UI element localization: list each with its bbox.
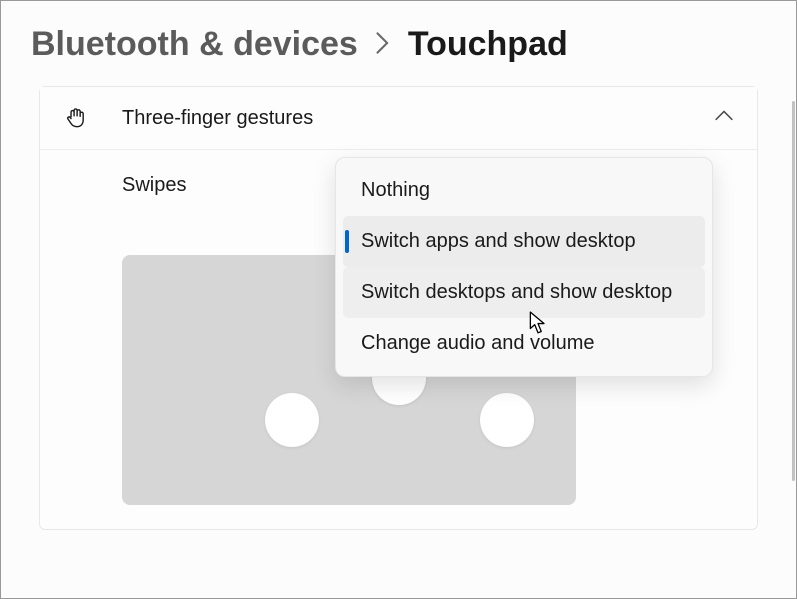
panel-header[interactable]: Three-finger gestures [40, 87, 757, 150]
breadcrumb-current: Touchpad [408, 25, 568, 64]
dropdown-option-switch-desktops[interactable]: Switch desktops and show desktop [343, 267, 705, 318]
scrollbar[interactable] [792, 11, 795, 589]
scrollbar-thumb[interactable] [792, 101, 795, 481]
dropdown-option-change-audio[interactable]: Change audio and volume [343, 318, 705, 369]
three-finger-hand-icon [64, 105, 122, 131]
dropdown-option-nothing[interactable]: Nothing [343, 165, 705, 216]
breadcrumb: Bluetooth & devices Touchpad [1, 1, 796, 80]
panel-title: Three-finger gestures [122, 107, 715, 130]
swipes-dropdown[interactable]: Nothing Switch apps and show desktop Swi… [335, 157, 713, 377]
breadcrumb-parent[interactable]: Bluetooth & devices [31, 25, 358, 64]
dropdown-option-switch-apps[interactable]: Switch apps and show desktop [343, 216, 705, 267]
finger-dot [480, 393, 534, 447]
finger-dot [265, 393, 319, 447]
chevron-up-icon[interactable] [715, 109, 733, 127]
chevron-right-icon [376, 32, 390, 61]
